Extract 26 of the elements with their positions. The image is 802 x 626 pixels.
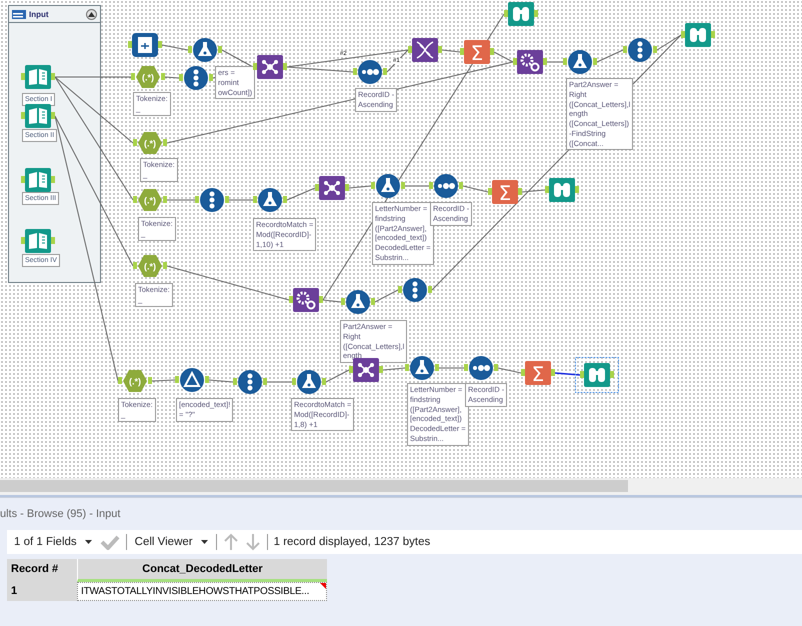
status-text: 1 record displayed, 1237 bytes [274,536,430,548]
connector-line [554,372,580,376]
connector-line [162,44,188,50]
row-number: 1 [7,582,77,601]
connector-line [498,368,522,374]
caret-icon [200,540,208,544]
results-title: ults - Browse (95) - Input [0,507,122,522]
table-cell[interactable]: ITWASTOTALLYINVISIBLEHOWSTHATPOSSIBLE... [77,582,327,601]
scrollbar-thumb[interactable] [0,480,628,492]
caret-icon [88,12,95,16]
connector-line [286,188,316,200]
check-icon[interactable] [100,534,120,550]
connector-line [152,380,176,382]
connector-line [326,370,350,382]
column-header[interactable]: Concat_DecodedLetter [77,559,327,582]
binoculars-icon[interactable] [575,357,619,393]
column-header[interactable]: Record # [7,559,77,582]
truncated-marker [320,583,326,589]
caret-icon [84,540,92,544]
collapse-button[interactable] [86,8,97,20]
connector-line [382,368,406,370]
container-title: Input [29,10,50,18]
fields-dropdown[interactable]: 1 of 1 Fields [12,536,94,548]
container-icon [12,10,26,18]
viewer-dropdown[interactable]: Cell Viewer [132,536,210,548]
connector-line [208,380,234,382]
